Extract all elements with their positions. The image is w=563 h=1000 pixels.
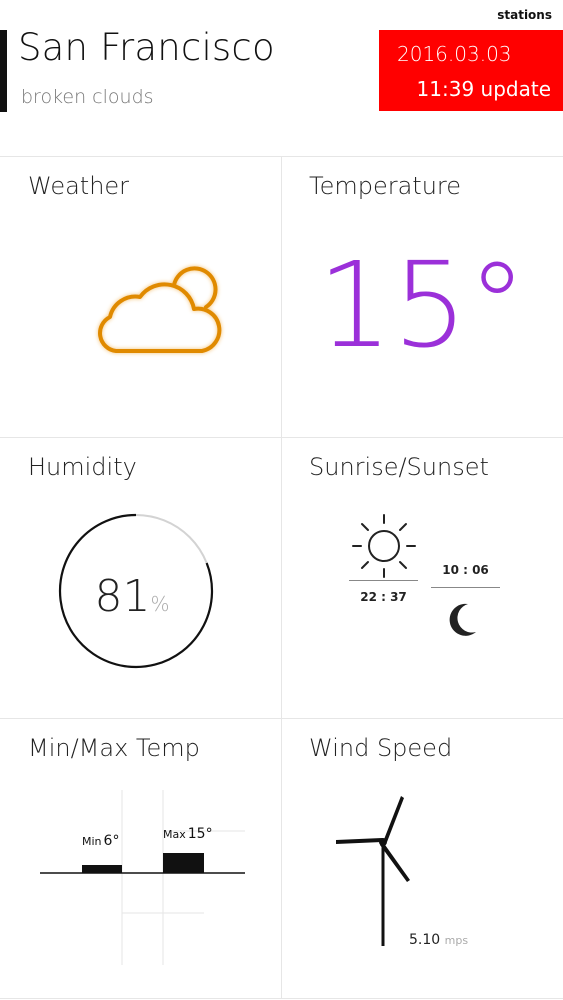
sunset-time: 10 : 06 <box>442 563 489 577</box>
min-max-chart: Min 6° Max 15° <box>40 790 245 965</box>
city-accent-bar <box>0 30 7 112</box>
sunrise-time: 22 : 37 <box>360 590 407 604</box>
sunrise-divider <box>349 580 418 581</box>
moon-icon <box>449 603 476 636</box>
min-max-temp-tile-title: Min/Max Temp <box>28 734 200 762</box>
wind-speed-tile-title: Wind Speed <box>309 734 453 762</box>
sunset-divider <box>431 587 500 588</box>
stations-link[interactable]: stations <box>497 8 552 22</box>
wind-speed-value: 5.10 <box>409 932 441 948</box>
update-date: 2016.03.03 <box>397 42 512 66</box>
humidity-unit: % <box>150 592 169 616</box>
sun-icon <box>352 514 416 578</box>
update-time: 11:39 update <box>416 77 551 101</box>
broken-clouds-icon <box>98 266 222 353</box>
humidity-value: 81 <box>94 571 150 622</box>
weather-tile-title: Weather <box>28 172 130 200</box>
city-name: San Francisco <box>18 26 275 69</box>
temperature-display: 15° <box>317 236 526 374</box>
max-temp-bar <box>163 853 204 873</box>
svg-text:81%: 81% <box>94 571 169 622</box>
humidity-gauge: 81% <box>58 513 214 669</box>
sunrise-sunset-tile-title: Sunrise/Sunset <box>309 453 489 481</box>
min-temp-label: Min 6° <box>82 833 119 849</box>
weather-conditions: broken clouds <box>21 86 154 108</box>
update-button[interactable]: 2016.03.03 11:39 update <box>379 30 563 111</box>
temperature-value: 15° <box>317 236 526 374</box>
humidity-tile-title: Humidity <box>28 453 137 481</box>
max-temp-label: Max 15° <box>163 826 213 842</box>
temperature-tile-title: Temperature <box>309 172 462 200</box>
min-temp-bar <box>82 865 122 873</box>
wind-speed-unit: mps <box>444 934 469 947</box>
wind-speed-readout: 5.10 mps <box>409 932 468 948</box>
wind-turbine-icon <box>336 796 410 946</box>
